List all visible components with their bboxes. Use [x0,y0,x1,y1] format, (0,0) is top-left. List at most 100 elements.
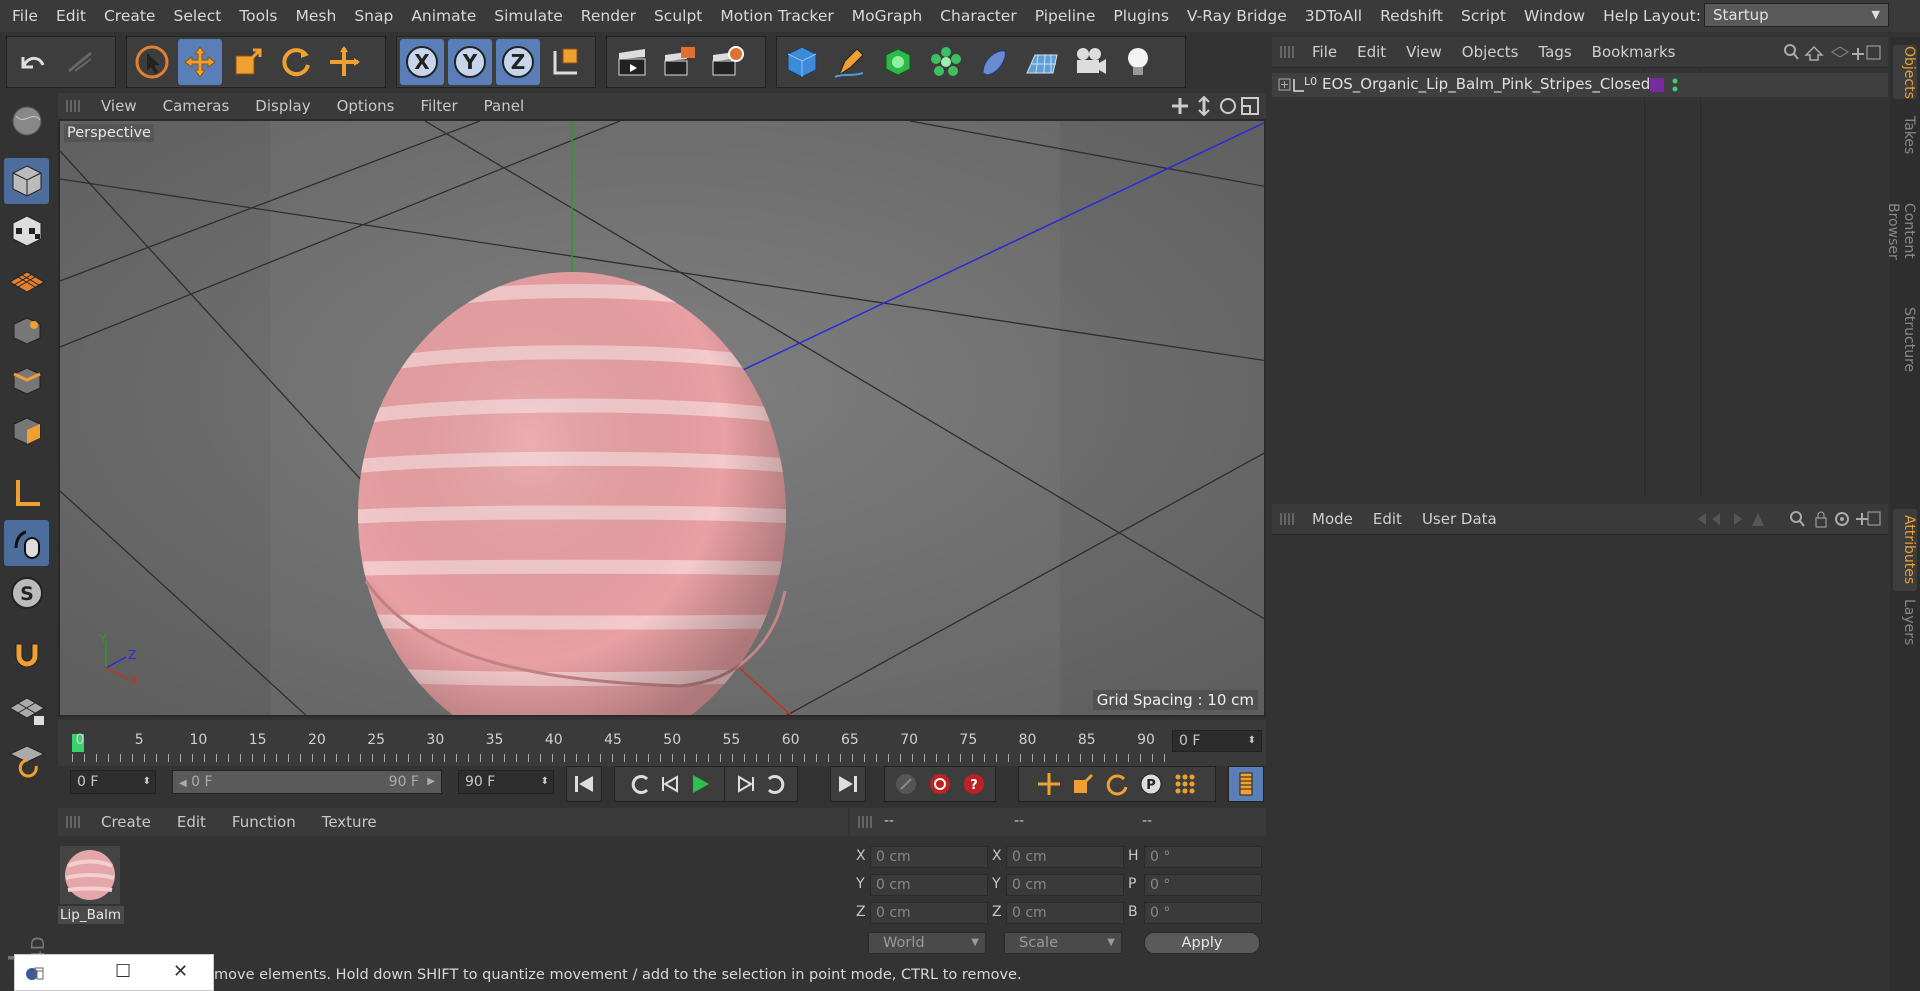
menu-file[interactable]: File [0,0,47,32]
render-picture-viewer-button[interactable] [658,39,702,85]
tab-content-browser[interactable]: Content Browser [1885,173,1917,289]
menu-snap[interactable]: Snap [345,0,402,32]
size-mode-dropdown[interactable]: Scale ▼ [1004,932,1122,954]
end-frame-field[interactable]: 90 F ⬍ [458,770,554,794]
rot-b-field[interactable]: 0 ° [1144,902,1262,924]
menu-character[interactable]: Character [931,0,1026,32]
current-frame-field[interactable]: 0 F ⬍ [1172,730,1262,752]
make-editable-button[interactable] [4,98,49,144]
viewport-menu-view[interactable]: View [88,97,150,115]
prev-key-icon[interactable] [625,771,655,797]
maximize-icon[interactable]: ☐ [115,961,131,982]
points-mode-button[interactable] [4,308,49,354]
object-row[interactable]: L0 EOS_Organic_Lip_Balm_Pink_Stripes_Clo… [1272,73,1888,97]
solo-mode-button[interactable]: S [4,570,49,616]
menu-help[interactable]: Help [1594,0,1647,32]
start-frame-field[interactable]: 0 F ⬍ [70,770,156,794]
key-parameter-icon[interactable]: P [1136,771,1166,797]
model-mode-button[interactable] [4,158,49,204]
add-spline-pen-button[interactable] [828,39,872,85]
panel-grip-icon[interactable] [1280,46,1296,58]
add-mograph-cloner-button[interactable] [924,39,968,85]
snapping-button[interactable] [4,630,49,676]
menu-pipeline[interactable]: Pipeline [1026,0,1105,32]
attributes-menu-user-data[interactable]: User Data [1412,510,1507,528]
viewport-menu-cameras[interactable]: Cameras [150,97,243,115]
locked-workplane-button[interactable] [4,686,49,732]
key-pla-icon[interactable] [1170,771,1200,797]
menu-redshift[interactable]: Redshift [1371,0,1452,32]
panel-grip-icon[interactable] [66,816,82,828]
pos-z-field[interactable]: 0 cm [870,902,988,924]
add-camera-button[interactable] [1068,39,1112,85]
tab-takes[interactable]: Takes [1893,113,1917,157]
key-scale-icon[interactable] [1068,771,1098,797]
transform-tool-button[interactable] [322,39,366,85]
material-menu-function[interactable]: Function [219,813,309,831]
objects-menu-objects[interactable]: Objects [1452,43,1529,61]
axis-mode-button[interactable] [4,470,49,516]
size-z-field[interactable]: 0 cm [1006,902,1124,924]
menu-animate[interactable]: Animate [402,0,485,32]
autokey-icon[interactable] [925,771,955,797]
viewport-menu-panel[interactable]: Panel [471,97,537,115]
viewport-menu-display[interactable]: Display [242,97,323,115]
menu-script[interactable]: Script [1452,0,1515,32]
polygons-mode-button[interactable] [4,408,49,454]
key-position-icon[interactable] [1034,771,1064,797]
menu-select[interactable]: Select [164,0,230,32]
menu-tools[interactable]: Tools [230,0,286,32]
render-settings-button[interactable] [706,39,750,85]
apply-button[interactable]: Apply [1144,932,1260,954]
menu-plugins[interactable]: Plugins [1104,0,1178,32]
viewport-nav-icons[interactable] [1170,96,1260,116]
go-to-start-button[interactable] [566,766,602,802]
menu-vray-bridge[interactable]: V-Ray Bridge [1178,0,1296,32]
panel-grip-icon[interactable] [66,100,82,112]
objects-menu-edit[interactable]: Edit [1347,43,1396,61]
move-tool-button[interactable] [178,39,222,85]
y-axis-button[interactable]: Y [448,39,492,85]
material-menu-texture[interactable]: Texture [309,813,390,831]
key-rotation-icon[interactable] [1102,771,1132,797]
viewport-menu-filter[interactable]: Filter [407,97,470,115]
layout-select[interactable]: Startup ▼ [1704,3,1889,27]
live-selection-button[interactable] [130,39,174,85]
objects-menu-file[interactable]: File [1302,43,1347,61]
frame-ruler[interactable]: 0 5 10 15 20 25 30 35 40 45 50 55 60 65 70 75 80 85 90 [72,728,1172,764]
objects-menu-tags[interactable]: Tags [1528,43,1581,61]
menu-render[interactable]: Render [572,0,645,32]
add-light-button[interactable] [1116,39,1160,85]
material-swatch[interactable]: Lip_Balm [58,840,124,926]
size-y-field[interactable]: 0 cm [1006,874,1124,896]
material-menu-create[interactable]: Create [88,813,164,831]
menu-3dtoall[interactable]: 3DToAll [1296,0,1371,32]
object-manager-tools[interactable] [1782,43,1882,61]
menu-mesh[interactable]: Mesh [287,0,346,32]
prev-frame-icon[interactable] [655,771,685,797]
next-frame-icon[interactable] [731,771,761,797]
texture-mode-button[interactable] [4,208,49,254]
size-x-field[interactable]: 0 cm [1006,846,1124,868]
add-generator-button[interactable] [876,39,920,85]
planar-workplane-button[interactable] [4,736,49,782]
minimized-window-bar[interactable]: ☐ ✕ [14,954,214,991]
keyframe-selection-icon[interactable]: ? [959,771,989,797]
3d-viewport[interactable]: Y Z X Perspective Grid Spacing : 10 cm [58,119,1266,717]
undo-button[interactable] [10,39,54,85]
attributes-menu-mode[interactable]: Mode [1302,510,1363,528]
menu-motion-tracker[interactable]: Motion Tracker [711,0,842,32]
next-key-icon[interactable] [761,771,791,797]
add-floor-button[interactable] [1020,39,1064,85]
rotate-tool-button[interactable] [274,39,318,85]
pos-x-field[interactable]: 0 cm [870,846,988,868]
timeline-ruler[interactable]: 0 5 10 15 20 25 30 35 40 45 50 55 60 65 70 75 80 85 90 0 F… [58,720,1266,766]
menu-sculpt[interactable]: Sculpt [645,0,711,32]
add-cube-button[interactable] [780,39,824,85]
menu-simulate[interactable]: Simulate [485,0,572,32]
viewport-menu-options[interactable]: Options [324,97,408,115]
tweak-mode-button[interactable] [4,520,49,566]
tab-objects[interactable]: Objects [1893,45,1917,99]
render-view-button[interactable] [610,39,654,85]
visibility-dots-icon[interactable] [1670,76,1680,94]
